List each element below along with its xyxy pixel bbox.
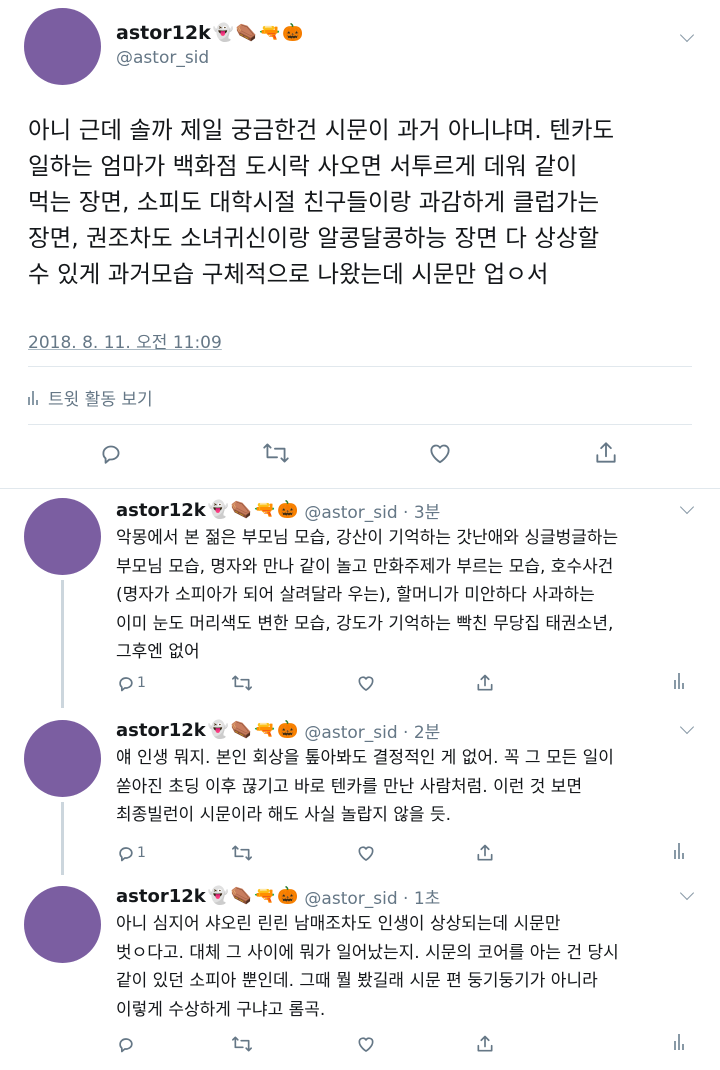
tweet-timestamp[interactable]: 2018. 8. 11. 오전 11:09 xyxy=(28,328,222,353)
avatar[interactable] xyxy=(24,498,101,575)
reply-text: 아니 심지어 샤오린 린린 남매조차도 인생이 상상되는데 시문만 벗ㅇ다고. … xyxy=(116,914,619,1020)
chevron-down-icon[interactable] xyxy=(679,499,695,515)
retweet-button[interactable] xyxy=(230,1034,254,1054)
display-name[interactable]: astor12k xyxy=(116,720,206,741)
heart-icon xyxy=(356,673,376,693)
ghost-emoji: 👻 xyxy=(212,22,234,43)
like-button[interactable] xyxy=(356,673,376,693)
avatar[interactable] xyxy=(24,886,101,963)
share-icon xyxy=(475,1034,495,1054)
reply-text: 얘 인생 뭐지. 본인 회상을 톺아봐도 결정적인 게 없어. 꼭 그 모든 일… xyxy=(116,748,614,825)
tweet-activity-link[interactable]: 트윗 활동 보기 xyxy=(28,385,153,410)
heart-icon xyxy=(356,843,376,863)
analytics-icon xyxy=(674,1034,684,1050)
display-name[interactable]: astor12k xyxy=(116,886,206,907)
share-button[interactable] xyxy=(593,440,619,466)
retweet-button[interactable] xyxy=(230,673,254,693)
share-button[interactable] xyxy=(475,843,495,863)
reply-icon xyxy=(116,673,136,693)
share-button[interactable] xyxy=(475,673,495,693)
reply-count: 1 xyxy=(137,845,146,861)
handle-time[interactable]: @astor_sid · 2분 xyxy=(304,718,440,743)
water-pistol-emoji: 🔫 xyxy=(254,886,276,906)
reply-tweet[interactable]: astor12k 👻 ⚰️ 🔫 🎃 @astor_sid · 1초 아니 심지어… xyxy=(0,876,720,1070)
reply-header: astor12k 👻 ⚰️ 🔫 🎃 @astor_sid · 3분 xyxy=(116,498,440,523)
thread-line xyxy=(61,802,64,875)
pumpkin-emoji: 🎃 xyxy=(277,720,299,740)
like-button[interactable] xyxy=(356,843,376,863)
reply-icon xyxy=(98,440,124,466)
analytics-button[interactable] xyxy=(674,673,684,689)
analytics-button[interactable] xyxy=(674,1034,684,1050)
reply-header: astor12k 👻 ⚰️ 🔫 🎃 @astor_sid · 2분 xyxy=(116,718,440,743)
handle-time[interactable]: @astor_sid · 3분 xyxy=(304,498,440,523)
analytics-icon xyxy=(674,673,684,689)
like-button[interactable] xyxy=(356,1034,376,1054)
ghost-emoji: 👻 xyxy=(207,500,229,520)
share-icon xyxy=(475,673,495,693)
reply-tweet[interactable]: astor12k 👻 ⚰️ 🔫 🎃 @astor_sid · 2분 얘 인생 뭐… xyxy=(0,710,720,875)
ghost-emoji: 👻 xyxy=(207,720,229,740)
analytics-button[interactable] xyxy=(674,843,684,859)
share-icon xyxy=(593,440,619,466)
handle[interactable]: @astor_sid xyxy=(116,48,209,68)
avatar[interactable] xyxy=(24,720,101,797)
reply-icon xyxy=(116,843,136,863)
thread-line xyxy=(61,580,64,708)
reply-button[interactable]: 1 xyxy=(116,843,146,863)
display-name[interactable]: astor12k xyxy=(116,22,211,44)
divider xyxy=(28,366,692,367)
reply-button[interactable]: 1 xyxy=(116,673,146,693)
divider xyxy=(0,488,720,489)
retweet-icon xyxy=(261,440,291,466)
retweet-button[interactable] xyxy=(230,843,254,863)
handle-time[interactable]: @astor_sid · 1초 xyxy=(304,884,440,909)
main-tweet: astor12k 👻 ⚰️ 🔫 🎃 @astor_sid 아니 근데 솔까 제일… xyxy=(0,0,720,490)
reply-tweet[interactable]: astor12k 👻 ⚰️ 🔫 🎃 @astor_sid · 3분 악몽에서 본… xyxy=(0,490,720,708)
divider xyxy=(28,424,692,425)
share-button[interactable] xyxy=(475,1034,495,1054)
reply-text: 악몽에서 본 젊은 부모님 모습, 강산이 기억하는 갓난애와 싱글벙글하는 부… xyxy=(116,528,619,662)
retweet-icon xyxy=(230,673,254,693)
avatar[interactable] xyxy=(24,8,101,85)
heart-icon xyxy=(356,1034,376,1054)
pumpkin-emoji: 🎃 xyxy=(277,886,299,906)
retweet-icon xyxy=(230,843,254,863)
coffin-emoji: ⚰️ xyxy=(230,886,253,906)
reply-count: 1 xyxy=(137,675,146,691)
pumpkin-emoji: 🎃 xyxy=(277,500,299,520)
pumpkin-emoji: 🎃 xyxy=(282,22,304,43)
tweet-activity-label: 트윗 활동 보기 xyxy=(48,390,153,410)
analytics-icon xyxy=(674,843,684,859)
ghost-emoji: 👻 xyxy=(207,886,229,906)
reply-icon xyxy=(116,1034,136,1054)
retweet-icon xyxy=(230,1034,254,1054)
tweet-text: 아니 근데 솔까 제일 궁금한건 시문이 과거 아니냐며. 텐카도 일하는 엄마… xyxy=(28,116,615,288)
author-name-row[interactable]: astor12k 👻 ⚰️ 🔫 🎃 xyxy=(116,22,303,44)
water-pistol-emoji: 🔫 xyxy=(254,500,276,520)
like-button[interactable] xyxy=(427,440,453,466)
analytics-icon xyxy=(28,390,38,405)
coffin-emoji: ⚰️ xyxy=(235,22,258,43)
reply-button[interactable] xyxy=(116,1034,137,1054)
chevron-down-icon[interactable] xyxy=(679,885,695,901)
chevron-down-icon[interactable] xyxy=(679,719,695,735)
chevron-down-icon[interactable] xyxy=(679,27,695,43)
coffin-emoji: ⚰️ xyxy=(230,500,253,520)
coffin-emoji: ⚰️ xyxy=(230,720,253,740)
display-name[interactable]: astor12k xyxy=(116,500,206,521)
water-pistol-emoji: 🔫 xyxy=(259,22,281,43)
share-icon xyxy=(475,843,495,863)
reply-button[interactable] xyxy=(98,440,124,466)
heart-icon xyxy=(427,440,453,466)
retweet-button[interactable] xyxy=(261,440,291,466)
reply-header: astor12k 👻 ⚰️ 🔫 🎃 @astor_sid · 1초 xyxy=(116,884,440,909)
water-pistol-emoji: 🔫 xyxy=(254,720,276,740)
